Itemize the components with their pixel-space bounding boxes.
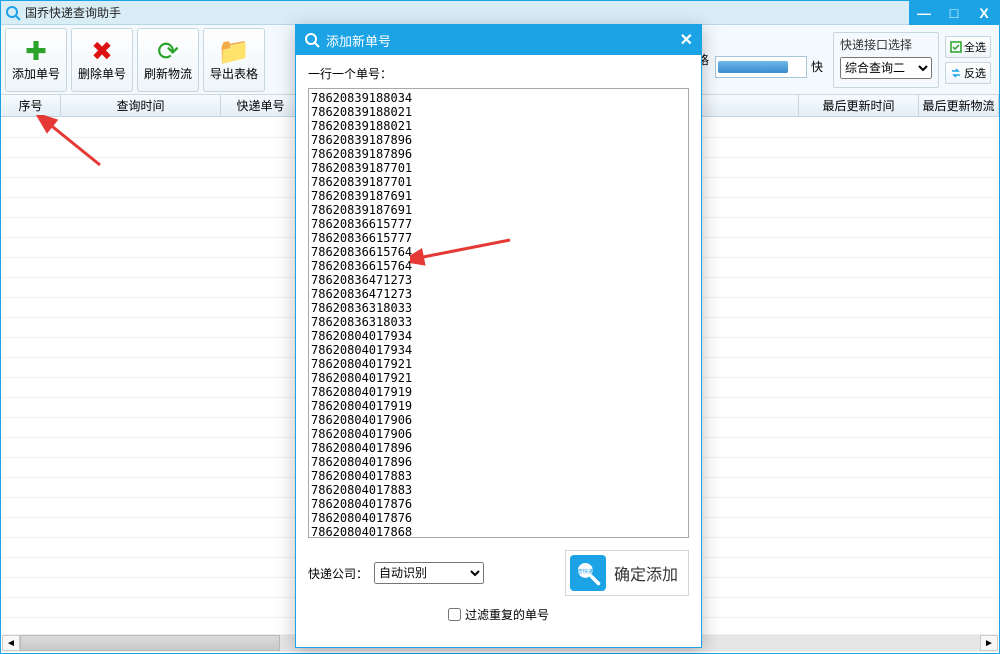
company-select[interactable]: 自动识别 bbox=[374, 562, 484, 584]
invert-label: 反选 bbox=[964, 65, 986, 81]
selection-buttons: 全选 反选 bbox=[945, 36, 991, 84]
titlebar: 国乔快递查询助手 — □ X bbox=[1, 1, 999, 25]
svg-text:查快递: 查快递 bbox=[577, 567, 594, 575]
select-all-label: 全选 bbox=[964, 39, 986, 55]
dialog-body: 一行一个单号： 快递公司： 自动识别 查快递 确定添加 过滤重复的单号 bbox=[296, 55, 701, 647]
delete-button[interactable]: ✖ 删除单号 bbox=[71, 28, 133, 92]
dialog-close-button[interactable]: ✕ bbox=[680, 30, 693, 50]
company-label: 快递公司： bbox=[308, 565, 368, 582]
export-label: 导出表格 bbox=[210, 65, 258, 82]
confirm-label: 确定添加 bbox=[614, 561, 678, 585]
dialog-titlebar: 添加新单号 ✕ bbox=[296, 25, 701, 55]
select-all-button[interactable]: 全选 bbox=[945, 36, 991, 58]
speed-fast-label: 快 bbox=[811, 58, 823, 75]
col-track-no[interactable]: 快递单号 bbox=[221, 95, 301, 116]
col-last-logi[interactable]: 最后更新物流 bbox=[919, 95, 999, 116]
window-controls: — □ X bbox=[909, 1, 999, 25]
api-group-legend: 快递接口选择 bbox=[840, 36, 932, 53]
dialog-app-icon bbox=[304, 32, 320, 48]
refresh-button[interactable]: ⟳ 刷新物流 bbox=[137, 28, 199, 92]
plus-icon: ✚ bbox=[25, 37, 47, 65]
refresh-icon: ⟳ bbox=[157, 37, 179, 65]
invert-button[interactable]: 反选 bbox=[945, 62, 991, 84]
close-button[interactable]: X bbox=[969, 1, 999, 25]
col-seq[interactable]: 序号 bbox=[1, 95, 61, 116]
app-title: 国乔快递查询助手 bbox=[25, 4, 121, 21]
filter-dup-input[interactable] bbox=[448, 608, 461, 621]
speed-slider[interactable] bbox=[715, 56, 807, 78]
scroll-thumb[interactable] bbox=[20, 635, 280, 651]
dialog-hint: 一行一个单号： bbox=[308, 65, 689, 82]
dialog-footer: 快递公司： 自动识别 查快递 确定添加 bbox=[308, 550, 689, 596]
scroll-left-button[interactable]: ◄ bbox=[2, 635, 20, 651]
scroll-right-button[interactable]: ► bbox=[980, 635, 998, 651]
app-icon bbox=[5, 5, 21, 21]
add-label: 添加单号 bbox=[12, 65, 60, 82]
filter-dup-label: 过滤重复的单号 bbox=[465, 606, 549, 623]
invert-icon bbox=[950, 67, 962, 79]
dialog-title: 添加新单号 bbox=[326, 31, 391, 50]
col-query-time[interactable]: 查询时间 bbox=[61, 95, 221, 116]
confirm-add-button[interactable]: 查快递 确定添加 bbox=[565, 550, 689, 596]
tracking-textarea[interactable] bbox=[308, 88, 689, 538]
maximize-button[interactable]: □ bbox=[939, 1, 969, 25]
add-tracking-dialog: 添加新单号 ✕ 一行一个单号： 快递公司： 自动识别 查快递 确定添加 过滤重复… bbox=[295, 24, 702, 648]
filter-dup-checkbox[interactable]: 过滤重复的单号 bbox=[308, 606, 689, 623]
api-group: 快递接口选择 综合查询二 bbox=[833, 32, 939, 88]
add-button[interactable]: ✚ 添加单号 bbox=[5, 28, 67, 92]
select-all-icon bbox=[950, 41, 962, 53]
export-button[interactable]: 📁 导出表格 bbox=[203, 28, 265, 92]
refresh-label: 刷新物流 bbox=[144, 65, 192, 82]
delete-label: 删除单号 bbox=[78, 65, 126, 82]
col-last-update[interactable]: 最后更新时间 bbox=[799, 95, 919, 116]
cross-icon: ✖ bbox=[91, 37, 113, 65]
minimize-button[interactable]: — bbox=[909, 1, 939, 25]
folder-icon: 📁 bbox=[218, 37, 250, 65]
search-logo-icon: 查快递 bbox=[570, 555, 606, 591]
api-select[interactable]: 综合查询二 bbox=[840, 57, 932, 79]
